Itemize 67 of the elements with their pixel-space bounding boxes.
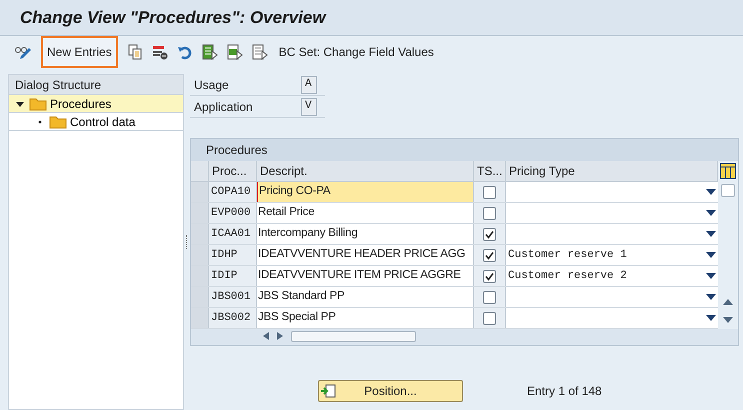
table-cell: JBS001 (209, 287, 257, 307)
table-cell: ICAA01 (209, 224, 257, 244)
delete-row-icon[interactable] (152, 44, 168, 60)
tree-item-label: Procedures (50, 96, 112, 112)
input-field[interactable]: A (301, 76, 317, 94)
checkbox[interactable] (483, 186, 496, 198)
glasses-pencil-icon[interactable] (14, 44, 32, 60)
deselect-all-icon[interactable] (252, 44, 268, 60)
input-field[interactable]: IDEATVVENTURE HEADER PRICE AGG (257, 245, 474, 265)
position-icon (320, 383, 336, 399)
checkbox[interactable] (483, 270, 496, 282)
table-cell: COPA10 (209, 182, 257, 202)
input-field[interactable]: Intercompany Billing (257, 224, 474, 244)
select-block-icon[interactable] (226, 44, 243, 60)
tree-item[interactable]: Procedures (9, 95, 183, 113)
input-field[interactable]: JBS Special PP (257, 308, 474, 328)
checkbox[interactable] (483, 248, 496, 262)
dropdown-field[interactable]: Customer reserve 1 (506, 245, 718, 265)
dropdown-field[interactable] (506, 224, 718, 244)
table-cell: IDIP (209, 266, 257, 286)
input-field[interactable]: Pricing CO-PA (257, 182, 474, 202)
dropdown-field[interactable] (506, 182, 718, 202)
input-field[interactable]: JBS Standard PP (257, 287, 474, 307)
toolbar-button[interactable]: BC Set: Change Field Values (276, 38, 436, 66)
input-field[interactable]: Retail Price (257, 203, 474, 223)
checkbox[interactable] (483, 290, 496, 304)
checkbox[interactable] (483, 312, 496, 324)
column-header[interactable]: Proc... (209, 161, 257, 181)
scrollbar-thumb[interactable] (721, 184, 735, 197)
scroll-right-icon[interactable] (277, 332, 283, 340)
position-button[interactable]: Position... (318, 380, 463, 402)
dropdown-field[interactable] (506, 203, 718, 223)
scroll-left-icon[interactable] (263, 332, 269, 340)
dropdown-arrow-icon[interactable] (706, 294, 716, 300)
undo-icon[interactable] (176, 44, 193, 60)
scroll-up-icon[interactable] (723, 299, 733, 305)
window-title: Change View "Procedures": Overview (20, 6, 326, 29)
input-field[interactable]: V (301, 98, 317, 116)
checkbox[interactable] (483, 228, 496, 240)
column-header[interactable]: Descript. (257, 161, 474, 181)
table-title: Procedures (191, 139, 738, 161)
field-label: Usage (193, 76, 230, 94)
table-cell: EVP000 (209, 203, 257, 223)
field-label: Application (193, 98, 254, 116)
dropdown-arrow-icon[interactable] (706, 189, 716, 195)
select-all-icon[interactable] (202, 44, 218, 60)
horizontal-scrollbar-thumb[interactable] (291, 330, 416, 342)
entry-info: Entry 1 of 148 (527, 383, 602, 400)
input-field[interactable]: IDEATVVENTURE ITEM PRICE AGGRE (257, 266, 474, 286)
tree-item-label: Control data (70, 114, 136, 130)
dropdown-arrow-icon[interactable] (706, 273, 716, 279)
dropdown-field[interactable] (506, 287, 718, 307)
copy-icon[interactable] (126, 44, 143, 60)
toolbar-button[interactable]: New Entries (41, 36, 118, 68)
table-cell: JBS002 (209, 308, 257, 328)
dropdown-arrow-icon[interactable] (706, 315, 716, 321)
dropdown-arrow-icon[interactable] (706, 231, 716, 237)
scroll-down-icon[interactable] (723, 317, 733, 323)
checkbox[interactable] (483, 206, 496, 220)
table-cell: IDHP (209, 245, 257, 265)
dropdown-arrow-icon[interactable] (706, 252, 716, 258)
column-settings-icon[interactable] (720, 163, 736, 179)
dropdown-field[interactable]: Customer reserve 2 (506, 266, 718, 286)
column-header[interactable]: TS... (474, 161, 506, 181)
panel-header: Dialog Structure (9, 75, 183, 95)
dropdown-field[interactable] (506, 308, 718, 328)
dropdown-arrow-icon[interactable] (706, 210, 716, 216)
